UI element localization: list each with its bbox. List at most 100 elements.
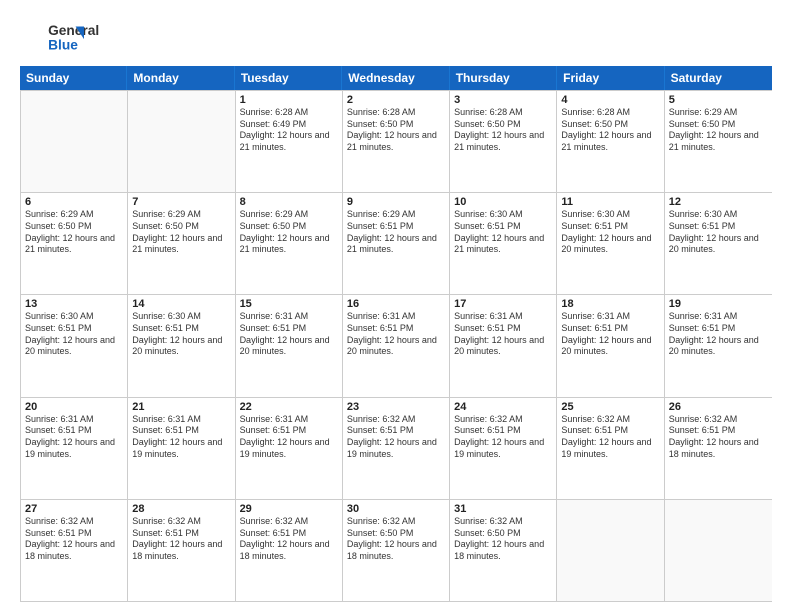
day-info: Sunrise: 6:29 AM Sunset: 6:50 PM Dayligh…: [669, 107, 768, 154]
day-number: 6: [25, 196, 123, 208]
day-cell-8: 8Sunrise: 6:29 AM Sunset: 6:50 PM Daylig…: [236, 193, 343, 294]
day-cell-6: 6Sunrise: 6:29 AM Sunset: 6:50 PM Daylig…: [21, 193, 128, 294]
day-info: Sunrise: 6:29 AM Sunset: 6:50 PM Dayligh…: [240, 209, 338, 256]
day-number: 10: [454, 196, 552, 208]
day-cell-5: 5Sunrise: 6:29 AM Sunset: 6:50 PM Daylig…: [665, 91, 772, 192]
day-info: Sunrise: 6:30 AM Sunset: 6:51 PM Dayligh…: [132, 311, 230, 358]
day-cell-11: 11Sunrise: 6:30 AM Sunset: 6:51 PM Dayli…: [557, 193, 664, 294]
calendar-row-2: 6Sunrise: 6:29 AM Sunset: 6:50 PM Daylig…: [21, 192, 772, 294]
logo: General Blue: [20, 18, 110, 56]
day-number: 3: [454, 94, 552, 106]
day-number: 11: [561, 196, 659, 208]
day-number: 8: [240, 196, 338, 208]
empty-cell: [557, 500, 664, 601]
day-cell-18: 18Sunrise: 6:31 AM Sunset: 6:51 PM Dayli…: [557, 295, 664, 396]
svg-text:General: General: [48, 23, 99, 38]
day-number: 26: [669, 401, 768, 413]
day-number: 7: [132, 196, 230, 208]
day-cell-9: 9Sunrise: 6:29 AM Sunset: 6:51 PM Daylig…: [343, 193, 450, 294]
calendar-body: 1Sunrise: 6:28 AM Sunset: 6:49 PM Daylig…: [20, 90, 772, 602]
day-info: Sunrise: 6:32 AM Sunset: 6:51 PM Dayligh…: [669, 414, 768, 461]
day-number: 20: [25, 401, 123, 413]
day-header-thursday: Thursday: [450, 66, 557, 90]
day-cell-2: 2Sunrise: 6:28 AM Sunset: 6:50 PM Daylig…: [343, 91, 450, 192]
day-cell-28: 28Sunrise: 6:32 AM Sunset: 6:51 PM Dayli…: [128, 500, 235, 601]
day-number: 23: [347, 401, 445, 413]
day-number: 12: [669, 196, 768, 208]
day-number: 15: [240, 298, 338, 310]
day-cell-15: 15Sunrise: 6:31 AM Sunset: 6:51 PM Dayli…: [236, 295, 343, 396]
day-number: 31: [454, 503, 552, 515]
day-info: Sunrise: 6:32 AM Sunset: 6:51 PM Dayligh…: [132, 516, 230, 563]
day-number: 19: [669, 298, 768, 310]
day-number: 1: [240, 94, 338, 106]
day-cell-14: 14Sunrise: 6:30 AM Sunset: 6:51 PM Dayli…: [128, 295, 235, 396]
day-number: 24: [454, 401, 552, 413]
day-number: 14: [132, 298, 230, 310]
day-header-wednesday: Wednesday: [342, 66, 449, 90]
day-info: Sunrise: 6:32 AM Sunset: 6:51 PM Dayligh…: [240, 516, 338, 563]
day-number: 2: [347, 94, 445, 106]
day-cell-3: 3Sunrise: 6:28 AM Sunset: 6:50 PM Daylig…: [450, 91, 557, 192]
day-cell-23: 23Sunrise: 6:32 AM Sunset: 6:51 PM Dayli…: [343, 398, 450, 499]
day-info: Sunrise: 6:32 AM Sunset: 6:51 PM Dayligh…: [454, 414, 552, 461]
day-cell-21: 21Sunrise: 6:31 AM Sunset: 6:51 PM Dayli…: [128, 398, 235, 499]
day-cell-17: 17Sunrise: 6:31 AM Sunset: 6:51 PM Dayli…: [450, 295, 557, 396]
day-info: Sunrise: 6:28 AM Sunset: 6:50 PM Dayligh…: [454, 107, 552, 154]
day-info: Sunrise: 6:31 AM Sunset: 6:51 PM Dayligh…: [561, 311, 659, 358]
page-header: General Blue: [20, 18, 772, 56]
day-info: Sunrise: 6:31 AM Sunset: 6:51 PM Dayligh…: [240, 414, 338, 461]
day-cell-29: 29Sunrise: 6:32 AM Sunset: 6:51 PM Dayli…: [236, 500, 343, 601]
day-header-monday: Monday: [127, 66, 234, 90]
day-cell-31: 31Sunrise: 6:32 AM Sunset: 6:50 PM Dayli…: [450, 500, 557, 601]
day-info: Sunrise: 6:30 AM Sunset: 6:51 PM Dayligh…: [25, 311, 123, 358]
day-info: Sunrise: 6:31 AM Sunset: 6:51 PM Dayligh…: [240, 311, 338, 358]
day-number: 27: [25, 503, 123, 515]
day-info: Sunrise: 6:31 AM Sunset: 6:51 PM Dayligh…: [454, 311, 552, 358]
day-header-tuesday: Tuesday: [235, 66, 342, 90]
day-number: 4: [561, 94, 659, 106]
day-cell-13: 13Sunrise: 6:30 AM Sunset: 6:51 PM Dayli…: [21, 295, 128, 396]
day-info: Sunrise: 6:32 AM Sunset: 6:51 PM Dayligh…: [347, 414, 445, 461]
day-info: Sunrise: 6:31 AM Sunset: 6:51 PM Dayligh…: [25, 414, 123, 461]
day-cell-27: 27Sunrise: 6:32 AM Sunset: 6:51 PM Dayli…: [21, 500, 128, 601]
empty-cell: [128, 91, 235, 192]
day-info: Sunrise: 6:32 AM Sunset: 6:51 PM Dayligh…: [561, 414, 659, 461]
day-cell-26: 26Sunrise: 6:32 AM Sunset: 6:51 PM Dayli…: [665, 398, 772, 499]
day-info: Sunrise: 6:32 AM Sunset: 6:51 PM Dayligh…: [25, 516, 123, 563]
day-cell-10: 10Sunrise: 6:30 AM Sunset: 6:51 PM Dayli…: [450, 193, 557, 294]
calendar-row-3: 13Sunrise: 6:30 AM Sunset: 6:51 PM Dayli…: [21, 294, 772, 396]
day-info: Sunrise: 6:31 AM Sunset: 6:51 PM Dayligh…: [132, 414, 230, 461]
day-info: Sunrise: 6:29 AM Sunset: 6:51 PM Dayligh…: [347, 209, 445, 256]
day-number: 28: [132, 503, 230, 515]
day-cell-7: 7Sunrise: 6:29 AM Sunset: 6:50 PM Daylig…: [128, 193, 235, 294]
day-header-sunday: Sunday: [20, 66, 127, 90]
calendar-row-5: 27Sunrise: 6:32 AM Sunset: 6:51 PM Dayli…: [21, 499, 772, 601]
day-number: 17: [454, 298, 552, 310]
empty-cell: [665, 500, 772, 601]
day-number: 16: [347, 298, 445, 310]
day-info: Sunrise: 6:30 AM Sunset: 6:51 PM Dayligh…: [561, 209, 659, 256]
day-info: Sunrise: 6:28 AM Sunset: 6:50 PM Dayligh…: [561, 107, 659, 154]
day-cell-12: 12Sunrise: 6:30 AM Sunset: 6:51 PM Dayli…: [665, 193, 772, 294]
day-cell-16: 16Sunrise: 6:31 AM Sunset: 6:51 PM Dayli…: [343, 295, 450, 396]
calendar-row-1: 1Sunrise: 6:28 AM Sunset: 6:49 PM Daylig…: [21, 90, 772, 192]
svg-text:Blue: Blue: [48, 38, 78, 53]
logo-icon: General Blue: [20, 18, 110, 56]
empty-cell: [21, 91, 128, 192]
day-number: 25: [561, 401, 659, 413]
day-info: Sunrise: 6:30 AM Sunset: 6:51 PM Dayligh…: [454, 209, 552, 256]
day-info: Sunrise: 6:31 AM Sunset: 6:51 PM Dayligh…: [669, 311, 768, 358]
day-info: Sunrise: 6:31 AM Sunset: 6:51 PM Dayligh…: [347, 311, 445, 358]
day-number: 22: [240, 401, 338, 413]
day-number: 13: [25, 298, 123, 310]
day-cell-20: 20Sunrise: 6:31 AM Sunset: 6:51 PM Dayli…: [21, 398, 128, 499]
day-info: Sunrise: 6:29 AM Sunset: 6:50 PM Dayligh…: [25, 209, 123, 256]
day-cell-1: 1Sunrise: 6:28 AM Sunset: 6:49 PM Daylig…: [236, 91, 343, 192]
day-cell-22: 22Sunrise: 6:31 AM Sunset: 6:51 PM Dayli…: [236, 398, 343, 499]
day-cell-30: 30Sunrise: 6:32 AM Sunset: 6:50 PM Dayli…: [343, 500, 450, 601]
day-header-friday: Friday: [557, 66, 664, 90]
day-number: 21: [132, 401, 230, 413]
day-number: 9: [347, 196, 445, 208]
day-number: 30: [347, 503, 445, 515]
